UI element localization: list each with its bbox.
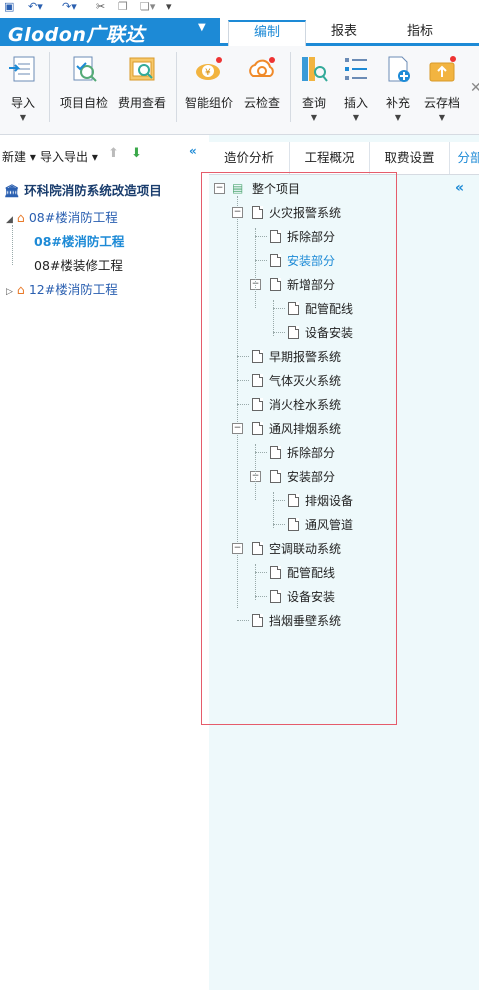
brand-logo: Glodon广联达 <box>8 24 145 46</box>
tab-fee-settings[interactable]: 取费设置 <box>370 142 450 174</box>
divider <box>49 52 50 122</box>
query-label: 查询 <box>301 96 326 110</box>
tree-connector <box>12 225 13 265</box>
tab-index[interactable]: 指标 <box>388 21 452 43</box>
tab-division[interactable]: 分部 <box>450 142 479 174</box>
cloud-archive-label: 云存档 <box>423 96 460 110</box>
arrow-down-icon[interactable]: ⬇ <box>131 146 142 161</box>
tab-project-overview[interactable]: 工程概况 <box>290 142 370 174</box>
expand-icon: ◢ <box>6 215 13 225</box>
close-icon[interactable]: ✕ <box>470 80 479 96</box>
undo-icon[interactable]: ↶▾ <box>28 0 43 14</box>
project-tree-panel: 新建 ▾ 导入导出 ▾ ⬆ ⬇ « 🏛 环科院消防系统改造项目 ◢ ⌂ 08#楼… <box>0 135 210 990</box>
dropdown-arrow-icon: ▼ <box>352 113 360 122</box>
tab-cost-analysis[interactable]: 造价分析 <box>209 142 290 174</box>
customize-icon[interactable]: ▾ <box>166 0 172 14</box>
dropdown-arrow-icon: ▼ <box>19 113 27 122</box>
copy-icon[interactable]: ❐ <box>118 0 128 14</box>
paste-icon[interactable]: ❏▾ <box>140 0 155 14</box>
arrow-up-icon[interactable]: ⬆ <box>108 146 119 161</box>
home-icon: ⌂ <box>16 210 25 225</box>
collapse-left-icon[interactable]: « <box>189 144 197 158</box>
left-toolbar: 新建 ▾ 导入导出 ▾ ⬆ ⬇ « <box>0 135 209 177</box>
divider <box>290 52 291 122</box>
tab-strip: 造价分析 工程概况 取费设置 分部 <box>209 142 479 175</box>
smart-pricing-icon: ¥ <box>196 57 222 80</box>
tree-item-unit-1[interactable]: ◢ ⌂ 08#楼消防工程 <box>6 207 118 226</box>
quick-access-toolbar: ▣ ↶▾ ↷▾ ✂ ❐ ❏▾ ▾ <box>0 0 479 16</box>
import-button[interactable]: 导入 ▼ <box>5 54 41 122</box>
tree-item-label: 08#楼消防工程 <box>34 234 125 249</box>
cost-view-icon <box>129 57 155 81</box>
insert-button[interactable]: 插入 ▼ <box>338 54 374 122</box>
import-export-button[interactable]: 导入导出 ▾ <box>40 148 98 165</box>
save-icon[interactable]: ▣ <box>4 0 14 14</box>
import-label: 导入 <box>10 96 35 110</box>
supplement-label: 补充 <box>385 96 410 110</box>
insert-icon <box>345 58 367 80</box>
insert-label: 插入 <box>343 96 368 110</box>
smart-pricing-button[interactable]: ¥ 智能组价 <box>182 54 236 111</box>
project-name: 环科院消防系统改造项目 <box>24 183 162 198</box>
cut-icon[interactable]: ✂ <box>96 0 105 14</box>
import-export-label: 导入导出 <box>40 150 89 164</box>
project-root[interactable]: 🏛 环科院消防系统改造项目 <box>4 180 162 199</box>
chevron-down-icon: ▼ <box>198 22 206 33</box>
tree-item-unit-3[interactable]: 08#楼装修工程 <box>34 255 123 274</box>
project-check-button[interactable]: 项目自检 <box>56 54 112 111</box>
tree-item-selected[interactable]: 08#楼消防工程 <box>34 231 124 250</box>
query-icon <box>302 57 328 82</box>
supplement-icon <box>388 56 410 82</box>
tab-report[interactable]: 报表 <box>312 21 376 43</box>
divider <box>176 52 177 122</box>
cloud-archive-icon <box>429 56 456 82</box>
dropdown-arrow-icon: ▼ <box>310 113 318 122</box>
cost-view-label: 费用查看 <box>117 96 166 110</box>
brand-menu[interactable]: Glodon广联达 ▼ <box>0 18 220 46</box>
dropdown-arrow-icon: ▼ <box>438 113 446 122</box>
cost-view-button[interactable]: 费用查看 <box>114 54 170 111</box>
supplement-button[interactable]: 补充 ▼ <box>380 54 416 122</box>
project-check-icon <box>73 56 97 82</box>
dropdown-arrow-icon: ▼ <box>394 113 402 122</box>
cloud-check-button[interactable]: 云检查 <box>240 54 284 111</box>
tree-item-label: 12#楼消防工程 <box>28 282 118 297</box>
project-check-label: 项目自检 <box>59 96 108 110</box>
tree-item-label: 08#楼消防工程 <box>28 210 118 225</box>
building-icon: 🏛 <box>4 183 20 198</box>
highlight-frame <box>201 172 397 725</box>
tab-edit[interactable]: 编制 <box>228 20 306 47</box>
smart-pricing-label: 智能组价 <box>184 96 233 110</box>
cloud-check-icon <box>249 57 275 77</box>
cloud-archive-button[interactable]: 云存档 ▼ <box>420 54 464 122</box>
home-icon: ⌂ <box>16 282 25 297</box>
new-button[interactable]: 新建 ▾ <box>2 148 36 165</box>
query-button[interactable]: 查询 ▼ <box>296 54 332 122</box>
tree-item-label: 08#楼装修工程 <box>34 258 123 273</box>
collapse-left-icon[interactable]: « <box>455 180 464 196</box>
ribbon-toolbar: 导入 ▼ 项目自检 费用查看 ¥ 智能组价 云检查 查询 ▼ 插入 ▼ 补充 ▼… <box>0 46 479 135</box>
svg-text:¥: ¥ <box>205 68 211 78</box>
redo-icon[interactable]: ↷▾ <box>62 0 77 14</box>
cloud-check-label: 云检查 <box>243 96 280 110</box>
expand-icon: ▷ <box>6 287 13 297</box>
tree-item-unit-4[interactable]: ▷ ⌂ 12#楼消防工程 <box>6 279 118 298</box>
new-label: 新建 <box>2 150 27 164</box>
import-icon <box>9 56 35 82</box>
